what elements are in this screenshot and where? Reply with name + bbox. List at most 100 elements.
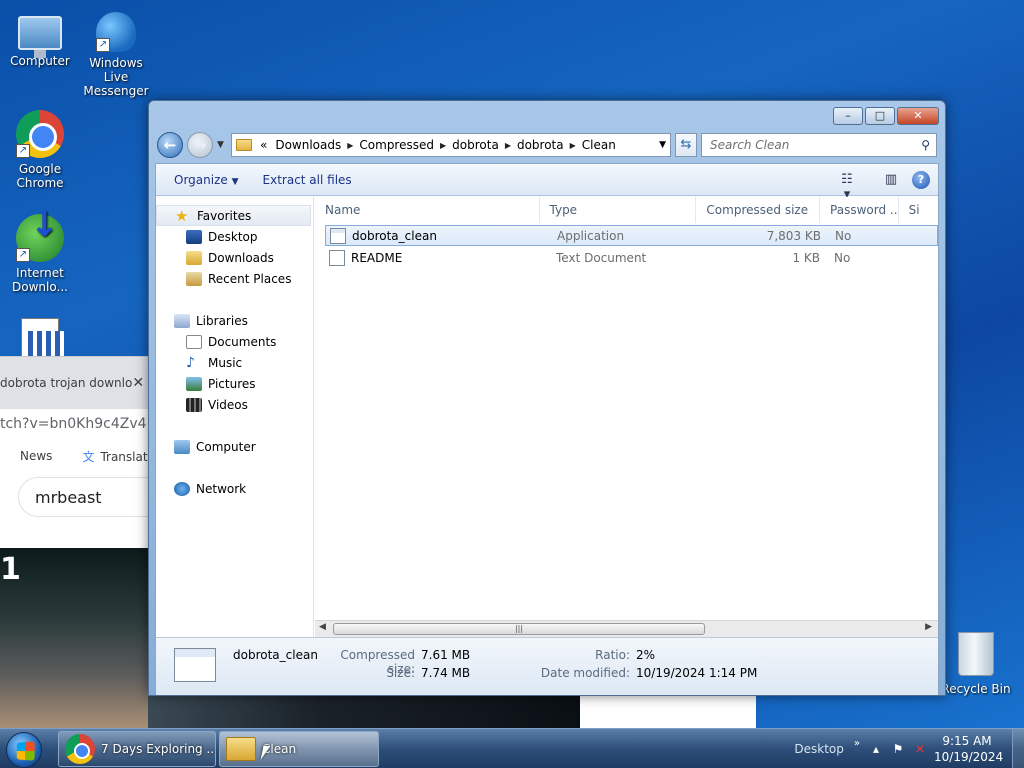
breadcrumb-arrow-icon[interactable]: ▶ [568, 141, 578, 150]
star-icon: ★ [175, 206, 189, 225]
recent-pages-dropdown[interactable]: ▼ [217, 140, 227, 150]
action-center-icon[interactable]: ⚑ [890, 742, 906, 756]
breadcrumb-clean[interactable]: Clean [578, 138, 620, 152]
volume-muted-icon[interactable]: ✕ [912, 742, 928, 756]
nav-libraries[interactable]: Libraries [156, 310, 313, 331]
breadcrumb-arrow-icon[interactable]: ▶ [438, 141, 448, 150]
calendar-file-icon [21, 318, 64, 359]
details-date-value: 10/19/2024 1:14 PM [636, 666, 758, 680]
taskbar-button-label: 7 Days Exploring ... [101, 742, 216, 756]
refresh-button[interactable]: ⇆ [675, 133, 697, 157]
background-browser-window[interactable]: dobrota trojan downlo ✕ tch?v=bn0Kh9c4Zv… [0, 356, 168, 548]
show-desktop-button[interactable] [1012, 729, 1024, 768]
taskbar-explorer-button[interactable]: Clean [219, 731, 379, 767]
desktop-icon-label: Google Chrome [16, 162, 64, 190]
breadcrumb-dobrota-inner[interactable]: dobrota [513, 138, 568, 152]
nav-downloads[interactable]: Downloads [156, 247, 313, 268]
column-headers: Name Type Compressed size Password ... S… [315, 197, 938, 224]
organize-label: Organize [174, 172, 228, 187]
browser-search-input[interactable]: mrbeast [18, 477, 168, 517]
view-controls: ☷ ▾ ▥ ? [838, 170, 930, 202]
chrome-icon: ↗ [16, 110, 64, 158]
start-button[interactable] [6, 732, 42, 768]
search-icon[interactable]: ⚲ [921, 138, 930, 152]
breadcrumb-dobrota[interactable]: dobrota [448, 138, 503, 152]
videos-icon [186, 397, 202, 412]
background-video-strip [148, 696, 580, 728]
address-dropdown-icon[interactable]: ▼ [659, 140, 666, 150]
back-button[interactable]: ← [157, 132, 183, 158]
view-options-icon[interactable]: ☷ ▾ [838, 172, 856, 202]
breadcrumb-downloads[interactable]: Downloads [271, 138, 345, 152]
file-size: 1 KB [792, 250, 820, 265]
desktop-icon-computer[interactable]: Computer [2, 10, 78, 68]
explorer-window[interactable]: – □ ✕ ← → ▼ « Downloads ▶ Compressed ▶ d… [148, 100, 946, 696]
preview-pane-icon[interactable]: ▥ [882, 172, 900, 188]
desktop-icon-recycle-bin[interactable]: Recycle Bin [938, 632, 1014, 696]
desktop-icon-idm[interactable]: ↗ Internet Downlo... [2, 214, 78, 294]
nav-label: Favorites [197, 208, 252, 223]
column-name[interactable]: Name [315, 197, 540, 223]
column-compressed-size[interactable]: Compressed size [696, 197, 821, 223]
scroll-left-icon[interactable]: ◀ [319, 622, 326, 632]
nav-favorites[interactable]: ★ Favorites [156, 205, 311, 226]
browser-url-bar[interactable]: tch?v=bn0Kh9c4Zv4 [0, 409, 148, 439]
nav-label: Network [196, 481, 247, 496]
computer-icon [174, 439, 190, 454]
desktop-icon-chrome[interactable]: ↗ Google Chrome [2, 110, 78, 190]
desktop-icon-messenger[interactable]: ↗ Windows Live Messenger [78, 12, 154, 98]
scrollbar-thumb[interactable]: ||| [333, 623, 705, 635]
chevron-icon[interactable]: » [854, 738, 860, 749]
nav-recent-places[interactable]: Recent Places [156, 268, 313, 289]
nav-videos[interactable]: Videos [156, 394, 313, 415]
nav-desktop[interactable]: Desktop [156, 226, 313, 247]
folder-icon [226, 737, 256, 761]
clock[interactable]: 9:15 AM 10/19/2024 [934, 733, 1003, 765]
nav-label: Desktop [208, 229, 258, 244]
forward-button[interactable]: → [187, 132, 213, 158]
breadcrumb-overflow[interactable]: « [256, 138, 271, 152]
minimize-button[interactable]: – [833, 107, 863, 125]
breadcrumb-arrow-icon[interactable]: ▶ [503, 141, 513, 150]
column-password[interactable]: Password ... [820, 197, 899, 223]
file-size: 7,803 KB [766, 228, 821, 243]
nav-network[interactable]: Network [156, 478, 313, 499]
shortcut-arrow-icon: ↗ [16, 144, 30, 158]
file-row[interactable]: dobrota_clean Application 7,803 KB No [325, 225, 938, 246]
column-type[interactable]: Type [540, 197, 697, 223]
close-tab-icon[interactable]: ✕ [132, 375, 144, 391]
horizontal-scrollbar[interactable]: ◀ ||| ▶ [315, 620, 938, 637]
column-size[interactable]: Si [899, 197, 938, 223]
close-button[interactable]: ✕ [897, 107, 939, 125]
recycle-bin-icon [958, 632, 994, 676]
bookmarks-bar: News 文 Translate [0, 439, 148, 473]
help-icon[interactable]: ? [912, 170, 930, 189]
browser-tab[interactable]: dobrota trojan downlo ✕ [0, 357, 148, 409]
search-input[interactable]: Search Clean ⚲ [701, 133, 937, 157]
nav-label: Videos [208, 397, 248, 412]
system-tray: Desktop » ▴ ⚑ ✕ 9:15 AM 10/19/2024 [794, 729, 1024, 768]
pictures-icon [186, 376, 202, 391]
scroll-right-icon[interactable]: ▶ [925, 622, 932, 632]
details-size-label: Size: [386, 666, 415, 680]
nav-documents[interactable]: Documents [156, 331, 313, 352]
nav-computer[interactable]: Computer [156, 436, 313, 457]
address-bar[interactable]: « Downloads ▶ Compressed ▶ dobrota ▶ dob… [231, 133, 671, 157]
maximize-button[interactable]: □ [865, 107, 895, 125]
browser-url-text: tch?v=bn0Kh9c4Zv4 [0, 416, 147, 432]
breadcrumb-arrow-icon[interactable]: ▶ [345, 141, 355, 150]
details-file-name: dobrota_clean [233, 648, 318, 662]
background-white-region [580, 696, 756, 728]
taskbar-chrome-button[interactable]: 7 Days Exploring ... [58, 731, 216, 767]
nav-label: Libraries [196, 313, 248, 328]
organize-button[interactable]: Organize ▼ [162, 169, 251, 191]
desktop-toolbar-label[interactable]: Desktop [794, 742, 844, 756]
extract-all-button[interactable]: Extract all files [251, 169, 364, 191]
nav-pictures[interactable]: Pictures [156, 373, 313, 394]
file-row[interactable]: README Text Document 1 KB No [325, 247, 938, 268]
bookmark-news[interactable]: News [0, 449, 52, 463]
bookmark-translate[interactable]: 文 Translate [82, 448, 148, 465]
show-hidden-icons-icon[interactable]: ▴ [868, 742, 884, 756]
breadcrumb-compressed[interactable]: Compressed [355, 138, 438, 152]
nav-music[interactable]: ♪ Music [156, 352, 313, 373]
